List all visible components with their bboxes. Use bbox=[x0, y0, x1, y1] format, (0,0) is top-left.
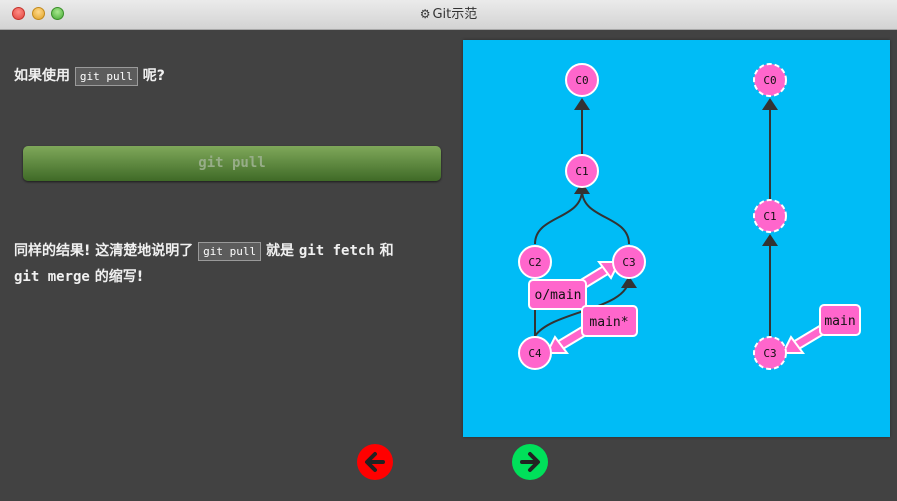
intro-text-before: 如果使用 bbox=[14, 68, 70, 84]
commit-label: C0 bbox=[575, 74, 588, 87]
result-text-1: 同样的结果! 这清楚地说明了 bbox=[14, 243, 194, 259]
git-pull-command-button[interactable]: git pull bbox=[23, 146, 441, 181]
result-text-3: 和 bbox=[379, 243, 394, 259]
remote-commit-c3[interactable]: C3 bbox=[753, 336, 787, 370]
commit-c2[interactable]: C2 bbox=[518, 245, 552, 279]
commit-label: C1 bbox=[575, 165, 588, 178]
inline-code-git-pull-2: git pull bbox=[198, 242, 262, 261]
inline-code-git-pull: git pull bbox=[74, 67, 138, 86]
dialog-text-panel: 如果使用 git pull 呢? git pull 同样的结果! 这清楚地说明了… bbox=[0, 30, 460, 501]
result-text-2: 就是 bbox=[266, 243, 294, 259]
right-graph: main C0 C1 C3 bbox=[753, 63, 861, 370]
branch-label-main-star: main* bbox=[589, 315, 628, 330]
edge-c2-c1 bbox=[534, 189, 583, 245]
title-bar: ⚙ Git示范 bbox=[0, 0, 897, 30]
commit-label: C2 bbox=[528, 256, 541, 269]
arrowhead-r-c1 bbox=[762, 234, 778, 246]
commit-label: C0 bbox=[763, 74, 776, 87]
edge-c3-c1 bbox=[581, 189, 630, 245]
next-button[interactable] bbox=[512, 444, 548, 480]
intro-paragraph: 如果使用 git pull 呢? bbox=[14, 63, 165, 89]
commit-label: C3 bbox=[763, 347, 776, 360]
arrow-right-icon bbox=[520, 452, 540, 472]
arrow-left-icon bbox=[365, 452, 385, 472]
gear-icon: ⚙ bbox=[419, 7, 431, 21]
commit-c4[interactable]: C4 bbox=[518, 336, 552, 370]
window-title-text: Git示范 bbox=[432, 7, 478, 22]
prev-button[interactable] bbox=[357, 444, 393, 480]
arrowhead-c0 bbox=[574, 98, 590, 110]
arrowhead-r-c0 bbox=[762, 98, 778, 110]
result-paragraph: 同样的结果! 这清楚地说明了 git pull 就是 git fetch 和 g… bbox=[14, 238, 454, 290]
branch-remote-main: main bbox=[781, 304, 861, 354]
left-graph: o/main main* C0 C1 C2 C3 C4 bbox=[518, 63, 646, 370]
branch-main-star: main* bbox=[545, 305, 638, 354]
result-text-4: 的缩写! bbox=[94, 269, 144, 285]
commit-label: C1 bbox=[763, 210, 776, 223]
branch-label-main: main bbox=[824, 314, 855, 329]
commit-graphs: o/main main* C0 C1 C2 C3 C4 main C0 C1 C… bbox=[518, 63, 861, 370]
remote-commit-c1[interactable]: C1 bbox=[753, 199, 787, 233]
commit-c0[interactable]: C0 bbox=[565, 63, 599, 97]
window-title: ⚙ Git示范 bbox=[0, 0, 897, 29]
remote-commit-c0[interactable]: C0 bbox=[753, 63, 787, 97]
commit-label: C4 bbox=[528, 347, 542, 360]
intro-text-after: 呢? bbox=[142, 68, 165, 84]
keyword-git-fetch: git fetch bbox=[298, 243, 375, 259]
app-window: ⚙ Git示范 如果使用 git pull 呢? git pull 同样的结果! … bbox=[0, 0, 897, 501]
branch-label-o-main: o/main bbox=[535, 288, 582, 303]
git-visualization-canvas: o/main main* C0 C1 C2 C3 C4 main C0 C1 C… bbox=[463, 40, 890, 437]
commit-label: C3 bbox=[622, 256, 635, 269]
commit-c3[interactable]: C3 bbox=[612, 245, 646, 279]
commit-c1[interactable]: C1 bbox=[565, 154, 599, 188]
keyword-git-merge: git merge bbox=[14, 269, 90, 285]
